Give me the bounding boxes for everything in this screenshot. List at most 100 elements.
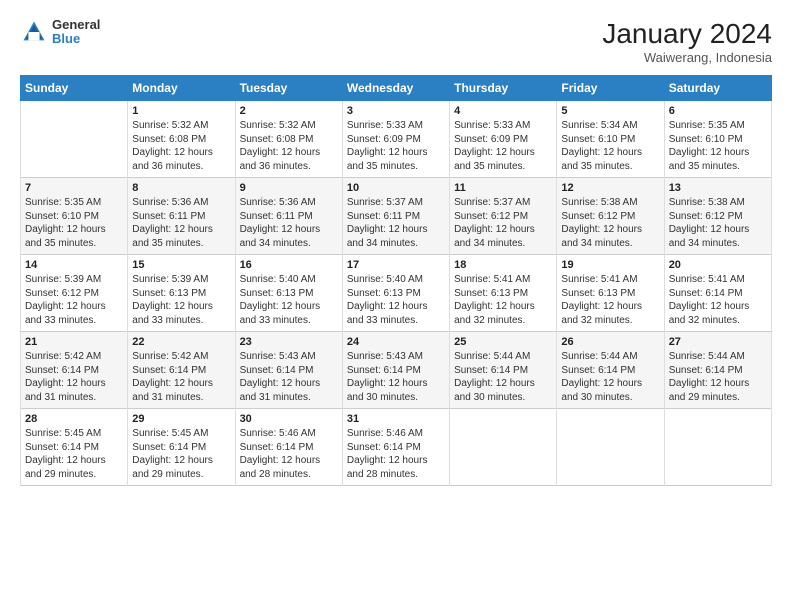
day-number: 29 bbox=[132, 413, 230, 425]
day-number: 4 bbox=[454, 105, 552, 117]
cell-w1-d6: 13 Sunrise: 5:38 AMSunset: 6:12 PMDayligh… bbox=[664, 178, 771, 255]
day-info: Sunrise: 5:36 AMSunset: 6:11 PMDaylight:… bbox=[132, 196, 230, 250]
day-info: Sunrise: 5:44 AMSunset: 6:14 PMDaylight:… bbox=[669, 350, 767, 404]
day-info: Sunrise: 5:44 AMSunset: 6:14 PMDaylight:… bbox=[561, 350, 659, 404]
cell-w2-d6: 20Sunrise: 5:41 AMSunset: 6:14 PMDayligh… bbox=[664, 255, 771, 332]
header-thursday: Thursday bbox=[450, 76, 557, 101]
day-info: Sunrise: 5:32 AMSunset: 6:08 PMDaylight:… bbox=[132, 119, 230, 173]
cell-w0-d0 bbox=[21, 101, 128, 178]
day-number: 18 bbox=[454, 259, 552, 271]
header-monday: Monday bbox=[128, 76, 235, 101]
day-info: Sunrise: 5:45 AMSunset: 6:14 PMDaylight:… bbox=[25, 427, 123, 481]
cell-w3-d4: 25Sunrise: 5:44 AMSunset: 6:14 PMDayligh… bbox=[450, 332, 557, 409]
day-number: 7 bbox=[25, 182, 123, 194]
day-number: 3 bbox=[347, 105, 445, 117]
calendar-table: SundayMondayTuesdayWednesdayThursdayFrid… bbox=[20, 75, 772, 486]
day-number: 14 bbox=[25, 259, 123, 271]
day-info: Sunrise: 5:41 AMSunset: 6:13 PMDaylight:… bbox=[561, 273, 659, 327]
cell-w3-d0: 21 Sunrise: 5:42 AMSunset: 6:14 PMDayligh… bbox=[21, 332, 128, 409]
day-info: Sunrise: 5:36 AMSunset: 6:11 PMDaylight:… bbox=[240, 196, 338, 250]
cell-w1-d1: 8Sunrise: 5:36 AMSunset: 6:11 PMDaylight… bbox=[128, 178, 235, 255]
cell-w4-d0: 28 Sunrise: 5:45 AMSunset: 6:14 PMDayligh… bbox=[21, 409, 128, 486]
day-info: Sunrise: 5:37 AMSunset: 6:11 PMDaylight:… bbox=[347, 196, 445, 250]
day-info: Sunrise: 5:33 AMSunset: 6:09 PMDaylight:… bbox=[454, 119, 552, 173]
day-info: Sunrise: 5:39 AMSunset: 6:13 PMDaylight:… bbox=[132, 273, 230, 327]
cell-w2-d1: 15 Sunrise: 5:39 AMSunset: 6:13 PMDayligh… bbox=[128, 255, 235, 332]
cell-w0-d5: 5 Sunrise: 5:34 AMSunset: 6:10 PMDaylight… bbox=[557, 101, 664, 178]
day-info: Sunrise: 5:38 AMSunset: 6:12 PMDaylight:… bbox=[561, 196, 659, 250]
day-info: Sunrise: 5:46 AMSunset: 6:14 PMDaylight:… bbox=[347, 427, 445, 481]
day-number: 11 bbox=[454, 182, 552, 194]
day-info: Sunrise: 5:32 AMSunset: 6:08 PMDaylight:… bbox=[240, 119, 338, 173]
day-number: 10 bbox=[347, 182, 445, 194]
day-number: 2 bbox=[240, 105, 338, 117]
day-info: Sunrise: 5:43 AMSunset: 6:14 PMDaylight:… bbox=[347, 350, 445, 404]
day-info: Sunrise: 5:40 AMSunset: 6:13 PMDaylight:… bbox=[347, 273, 445, 327]
day-info: Sunrise: 5:40 AMSunset: 6:13 PMDaylight:… bbox=[240, 273, 338, 327]
cell-w3-d5: 26 Sunrise: 5:44 AMSunset: 6:14 PMDayligh… bbox=[557, 332, 664, 409]
day-number: 24 bbox=[347, 336, 445, 348]
day-info: Sunrise: 5:46 AMSunset: 6:14 PMDaylight:… bbox=[240, 427, 338, 481]
cell-w2-d0: 14 Sunrise: 5:39 AMSunset: 6:12 PMDayligh… bbox=[21, 255, 128, 332]
cell-w4-d4 bbox=[450, 409, 557, 486]
cell-w1-d4: 11Sunrise: 5:37 AMSunset: 6:12 PMDayligh… bbox=[450, 178, 557, 255]
header-saturday: Saturday bbox=[664, 76, 771, 101]
day-number: 27 bbox=[669, 336, 767, 348]
cell-w4-d5 bbox=[557, 409, 664, 486]
header-row: SundayMondayTuesdayWednesdayThursdayFrid… bbox=[21, 76, 772, 101]
logo-blue: Blue bbox=[52, 32, 100, 46]
day-number: 21 bbox=[25, 336, 123, 348]
day-number: 26 bbox=[561, 336, 659, 348]
cell-w4-d2: 30 Sunrise: 5:46 AMSunset: 6:14 PMDayligh… bbox=[235, 409, 342, 486]
day-number: 15 bbox=[132, 259, 230, 271]
cell-w1-d3: 10 Sunrise: 5:37 AMSunset: 6:11 PMDayligh… bbox=[342, 178, 449, 255]
cell-w3-d2: 23Sunrise: 5:43 AMSunset: 6:14 PMDayligh… bbox=[235, 332, 342, 409]
day-info: Sunrise: 5:35 AMSunset: 6:10 PMDaylight:… bbox=[669, 119, 767, 173]
cell-w4-d6 bbox=[664, 409, 771, 486]
week-row-2: 14 Sunrise: 5:39 AMSunset: 6:12 PMDayligh… bbox=[21, 255, 772, 332]
week-row-4: 28 Sunrise: 5:45 AMSunset: 6:14 PMDayligh… bbox=[21, 409, 772, 486]
day-info: Sunrise: 5:43 AMSunset: 6:14 PMDaylight:… bbox=[240, 350, 338, 404]
cell-w4-d3: 31 Sunrise: 5:46 AMSunset: 6:14 PMDayligh… bbox=[342, 409, 449, 486]
cell-w1-d2: 9Sunrise: 5:36 AMSunset: 6:11 PMDaylight… bbox=[235, 178, 342, 255]
day-number: 28 bbox=[25, 413, 123, 425]
day-info: Sunrise: 5:42 AMSunset: 6:14 PMDaylight:… bbox=[25, 350, 123, 404]
day-info: Sunrise: 5:39 AMSunset: 6:12 PMDaylight:… bbox=[25, 273, 123, 327]
day-info: Sunrise: 5:41 AMSunset: 6:13 PMDaylight:… bbox=[454, 273, 552, 327]
day-number: 13 bbox=[669, 182, 767, 194]
day-number: 22 bbox=[132, 336, 230, 348]
header-sunday: Sunday bbox=[21, 76, 128, 101]
cell-w0-d2: 2 Sunrise: 5:32 AMSunset: 6:08 PMDaylight… bbox=[235, 101, 342, 178]
week-row-1: 7 Sunrise: 5:35 AMSunset: 6:10 PMDaylight… bbox=[21, 178, 772, 255]
day-info: Sunrise: 5:33 AMSunset: 6:09 PMDaylight:… bbox=[347, 119, 445, 173]
logo: General Blue bbox=[20, 18, 100, 47]
week-row-3: 21 Sunrise: 5:42 AMSunset: 6:14 PMDayligh… bbox=[21, 332, 772, 409]
cell-w4-d1: 29Sunrise: 5:45 AMSunset: 6:14 PMDayligh… bbox=[128, 409, 235, 486]
cell-w2-d3: 17 Sunrise: 5:40 AMSunset: 6:13 PMDayligh… bbox=[342, 255, 449, 332]
cell-w0-d6: 6 Sunrise: 5:35 AMSunset: 6:10 PMDaylight… bbox=[664, 101, 771, 178]
day-info: Sunrise: 5:38 AMSunset: 6:12 PMDaylight:… bbox=[669, 196, 767, 250]
day-number: 17 bbox=[347, 259, 445, 271]
page: General Blue January 2024 Waiwerang, Ind… bbox=[0, 0, 792, 612]
cell-w1-d5: 12 Sunrise: 5:38 AMSunset: 6:12 PMDayligh… bbox=[557, 178, 664, 255]
day-number: 6 bbox=[669, 105, 767, 117]
day-number: 5 bbox=[561, 105, 659, 117]
day-info: Sunrise: 5:34 AMSunset: 6:10 PMDaylight:… bbox=[561, 119, 659, 173]
header-tuesday: Tuesday bbox=[235, 76, 342, 101]
day-info: Sunrise: 5:42 AMSunset: 6:14 PMDaylight:… bbox=[132, 350, 230, 404]
logo-general: General bbox=[52, 18, 100, 32]
title-month: January 2024 bbox=[602, 18, 772, 50]
cell-w0-d4: 4 Sunrise: 5:33 AMSunset: 6:09 PMDaylight… bbox=[450, 101, 557, 178]
day-info: Sunrise: 5:35 AMSunset: 6:10 PMDaylight:… bbox=[25, 196, 123, 250]
day-number: 25 bbox=[454, 336, 552, 348]
day-number: 30 bbox=[240, 413, 338, 425]
cell-w2-d2: 16Sunrise: 5:40 AMSunset: 6:13 PMDayligh… bbox=[235, 255, 342, 332]
day-info: Sunrise: 5:41 AMSunset: 6:14 PMDaylight:… bbox=[669, 273, 767, 327]
cell-w3-d6: 27 Sunrise: 5:44 AMSunset: 6:14 PMDayligh… bbox=[664, 332, 771, 409]
cell-w0-d3: 3 Sunrise: 5:33 AMSunset: 6:09 PMDaylight… bbox=[342, 101, 449, 178]
title-location: Waiwerang, Indonesia bbox=[602, 50, 772, 65]
cell-w1-d0: 7 Sunrise: 5:35 AMSunset: 6:10 PMDaylight… bbox=[21, 178, 128, 255]
day-number: 12 bbox=[561, 182, 659, 194]
cell-w3-d3: 24 Sunrise: 5:43 AMSunset: 6:14 PMDayligh… bbox=[342, 332, 449, 409]
day-number: 31 bbox=[347, 413, 445, 425]
